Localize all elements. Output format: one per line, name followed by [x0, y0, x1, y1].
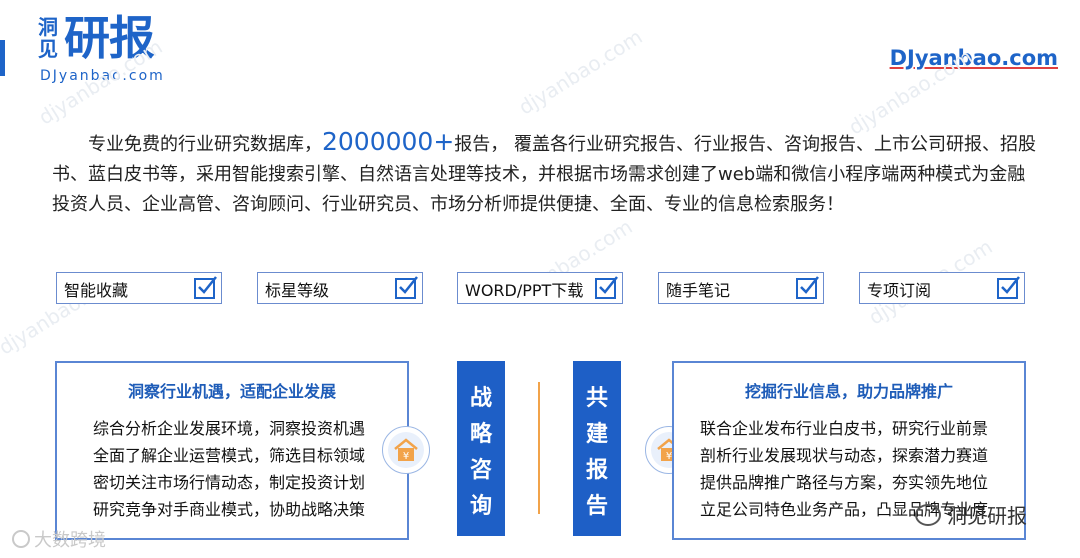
- vertical-char: 建: [585, 422, 608, 447]
- vertical-char: 询: [469, 494, 492, 519]
- left-info-panel: 洞察行业机遇，适配企业发展 综合分析企业发展环境，洞察投资机遇 全面了解企业运营…: [55, 361, 409, 540]
- left-accent-bar: [0, 40, 5, 76]
- feature-star-rating[interactable]: 标星等级: [257, 272, 423, 304]
- panel-line: 综合分析企业发展环境，洞察投资机遇: [93, 419, 366, 438]
- panel-lines: 综合分析企业发展环境，洞察投资机遇 全面了解企业运营模式，筛选目标领域 密切关注…: [93, 415, 365, 523]
- vertical-char: 咨: [469, 458, 492, 483]
- vertical-text: 共建报告: [573, 381, 621, 525]
- wechat-account-name: 洞见研报: [947, 504, 1027, 528]
- checkbox-checked-icon: [194, 276, 217, 299]
- panel-line: 全面了解企业运营模式，筛选目标领域: [93, 446, 366, 465]
- checkbox-checked-icon: [395, 276, 418, 299]
- feature-label: 标星等级: [265, 281, 330, 300]
- watermark: djyanbao.com: [514, 24, 647, 120]
- panel-title: 挖掘行业信息，助力品牌推广: [744, 382, 953, 401]
- panel-line: 提供品牌推广路径与方案，夯实领先地位: [700, 473, 989, 492]
- vertical-char: 共: [585, 386, 608, 411]
- house-yen-icon: ¥: [394, 438, 418, 462]
- feature-label: 智能收藏: [64, 281, 129, 300]
- feature-smart-favorites[interactable]: 智能收藏: [56, 272, 222, 304]
- checkbox-checked-icon: [997, 276, 1020, 299]
- svg-text:¥: ¥: [403, 451, 409, 462]
- footer-source-watermark: 大数跨境: [12, 526, 106, 552]
- money-house-badge: ¥: [382, 426, 430, 474]
- vertical-char: 报: [585, 458, 608, 483]
- footer-source-text: 大数跨境: [34, 530, 106, 551]
- vertical-text: 战略咨询: [457, 381, 505, 525]
- intro-paragraph: 专业免费的行业研究数据库，2000000+报告， 覆盖各行业研究报告、行业报告、…: [52, 127, 1042, 220]
- logo-small-text: 洞见: [38, 15, 58, 61]
- vertical-char: 略: [469, 422, 492, 447]
- feature-label: 专项订阅: [867, 281, 932, 300]
- panel-line: 剖析行业发展现状与动态，探索潜力赛道: [700, 446, 989, 465]
- vertical-char: 战: [469, 386, 492, 411]
- vertical-char: 告: [585, 494, 608, 519]
- checkbox-checked-icon: [595, 276, 618, 299]
- intro-pre: 专业免费的行业研究数据库，: [88, 134, 322, 155]
- feature-quick-notes[interactable]: 随手笔记: [658, 272, 824, 304]
- strategy-consulting-label[interactable]: 战略咨询: [457, 361, 505, 536]
- feature-label: 随手笔记: [666, 281, 731, 300]
- panel-line: 研究竞争对手商业模式，协助战略决策: [93, 500, 366, 519]
- panel-title: 洞察行业机遇，适配企业发展: [127, 382, 336, 401]
- source-logo-icon: [12, 530, 30, 548]
- co-report-label[interactable]: 共建报告: [573, 361, 621, 536]
- wechat-account-badge: 洞见研报: [915, 500, 1027, 529]
- center-divider: [538, 382, 540, 514]
- checkbox-checked-icon: [796, 276, 819, 299]
- panel-line: 密切关注市场行情动态，制定投资计划: [93, 473, 366, 492]
- feature-label: WORD/PPT下载: [465, 281, 584, 300]
- panel-line: 联合企业发布行业白皮书，研究行业前景: [700, 419, 989, 438]
- feature-topic-subscription[interactable]: 专项订阅: [859, 272, 1025, 304]
- wechat-icon: [915, 504, 941, 526]
- report-count: 2000000+: [322, 127, 455, 156]
- feature-word-ppt-download[interactable]: WORD/PPT下载: [457, 272, 623, 304]
